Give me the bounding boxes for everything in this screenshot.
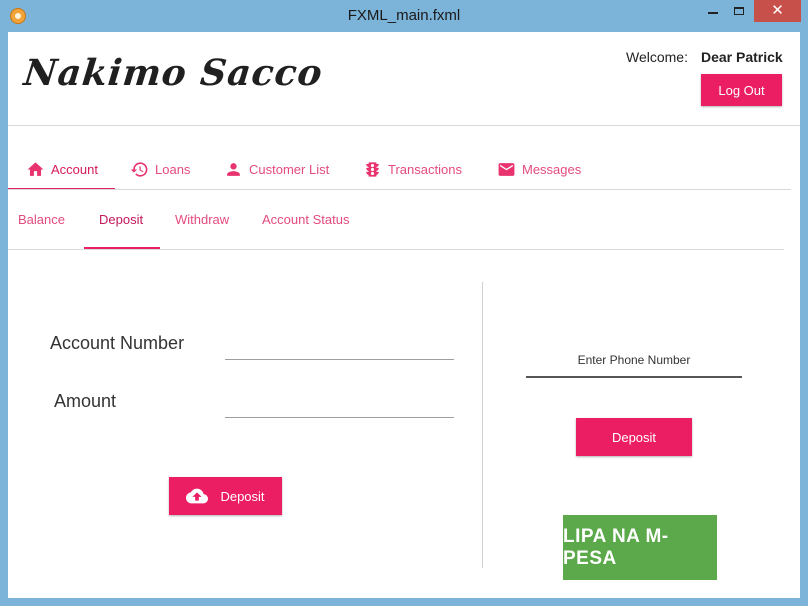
user-name: Dear Patrick bbox=[701, 49, 783, 65]
logout-button[interactable]: Log Out bbox=[701, 74, 782, 106]
tab-customer-list-label: Customer List bbox=[249, 161, 330, 177]
panel-divider bbox=[482, 282, 483, 568]
maximize-icon bbox=[734, 7, 744, 15]
tabs-divider bbox=[8, 189, 791, 190]
subtab-withdraw[interactable]: Withdraw bbox=[175, 212, 229, 227]
brand-logo: Nakimo Sacco bbox=[21, 52, 325, 94]
subtabs-divider bbox=[8, 249, 784, 250]
person-icon bbox=[227, 162, 240, 176]
account-number-label: Account Number bbox=[50, 333, 185, 353]
amount-input[interactable] bbox=[225, 417, 454, 418]
window-title: FXML_main.fxml bbox=[347, 7, 461, 24]
home-icon bbox=[27, 161, 44, 176]
traffic-icon bbox=[366, 161, 379, 177]
tab-account[interactable]: Account bbox=[26, 150, 98, 188]
subtab-deposit[interactable]: Deposit bbox=[99, 212, 143, 227]
mpesa-logo: LIPA NA M-PESA bbox=[563, 515, 717, 580]
minimize-button[interactable] bbox=[696, 0, 726, 22]
welcome-label: Welcome: bbox=[626, 49, 688, 65]
mpesa-deposit-button[interactable]: Deposit bbox=[576, 418, 692, 456]
account-number-input[interactable] bbox=[225, 359, 454, 360]
tab-transactions-label: Transactions bbox=[388, 161, 462, 177]
close-button[interactable]: ✕ bbox=[754, 0, 801, 22]
phone-number-input[interactable] bbox=[526, 376, 742, 378]
tab-customer-list[interactable]: Customer List bbox=[224, 150, 329, 188]
client-area: Nakimo Sacco Welcome: Dear Patrick Log O… bbox=[8, 32, 800, 598]
mail-icon bbox=[498, 162, 515, 176]
amount-label: Amount bbox=[54, 391, 117, 411]
cloud-upload-icon bbox=[186, 488, 209, 504]
subtab-account-status[interactable]: Account Status bbox=[262, 212, 349, 227]
subtab-balance[interactable]: Balance bbox=[18, 212, 65, 227]
application-window: FXML_main.fxml ✕ Nakimo Sacco Welcome: D… bbox=[0, 0, 808, 606]
tab-messages[interactable]: Messages bbox=[497, 150, 581, 188]
tab-loans-label: Loans bbox=[155, 161, 191, 177]
tab-loans[interactable]: Loans bbox=[130, 150, 190, 188]
tab-transactions[interactable]: Transactions bbox=[363, 150, 462, 188]
tab-messages-label: Messages bbox=[522, 161, 582, 177]
tab-account-label: Account bbox=[51, 161, 98, 177]
phone-number-placeholder: Enter Phone Number bbox=[577, 353, 691, 367]
title-bar: FXML_main.fxml ✕ bbox=[0, 0, 808, 32]
header-divider bbox=[8, 125, 800, 126]
deposit-button-label: Deposit bbox=[220, 488, 265, 504]
minimize-icon bbox=[708, 12, 718, 14]
history-icon bbox=[130, 161, 148, 177]
deposit-button[interactable]: Deposit bbox=[169, 477, 282, 515]
